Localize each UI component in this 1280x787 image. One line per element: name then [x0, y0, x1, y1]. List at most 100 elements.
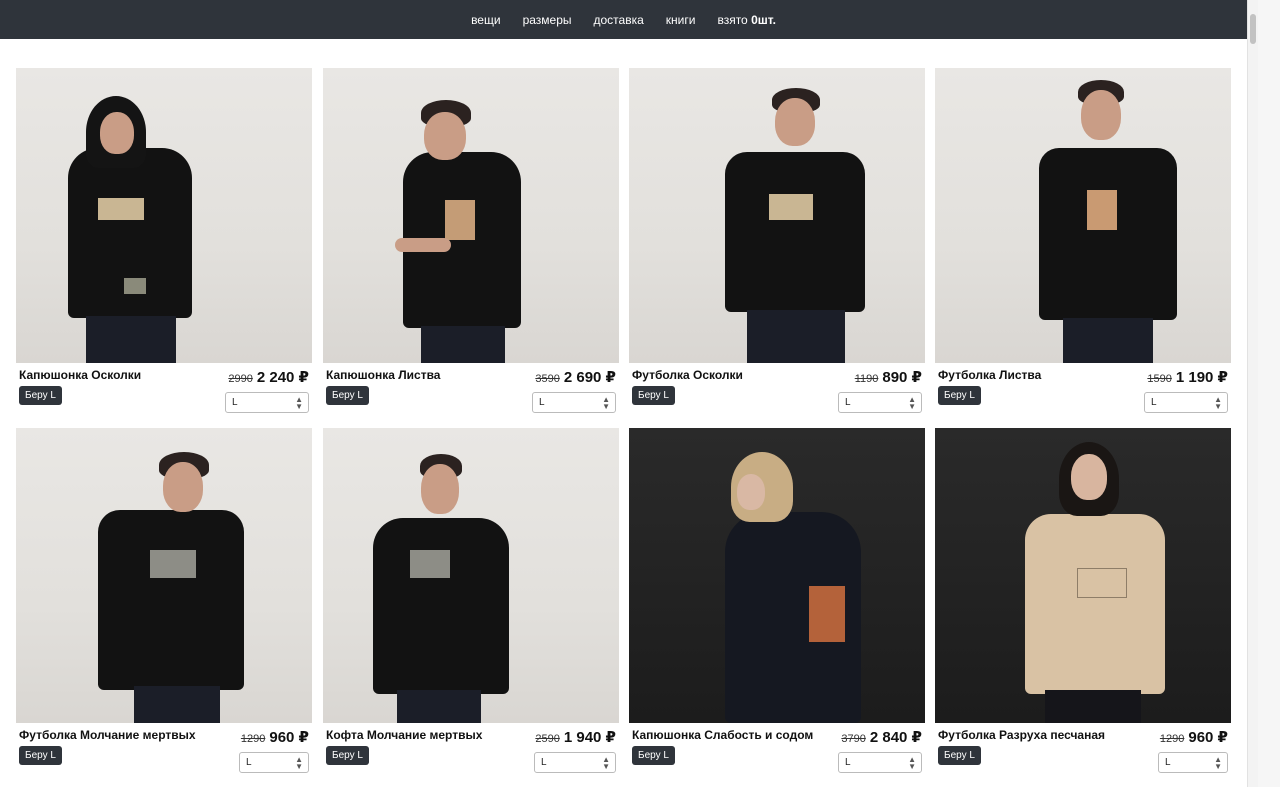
add-to-cart-button[interactable]: Беру L: [19, 746, 62, 765]
product-card: Капюшонка Листва 3590 2 690 ₽ Беру L L ▲ ▼: [323, 68, 619, 413]
product-photo[interactable]: [935, 428, 1231, 723]
product-title[interactable]: Футболка Молчание мертвых: [19, 728, 196, 742]
product-title[interactable]: Капюшонка Осколки: [19, 368, 141, 382]
product-card: Футболка Молчание мертвых 1290 960 ₽ Беру…: [16, 428, 312, 773]
old-price: 1290: [240, 733, 266, 745]
size-select[interactable]: L ▲ ▼: [239, 752, 309, 773]
jeans-shape: [397, 690, 481, 723]
face-shape: [1081, 90, 1121, 140]
print-graphic: [1087, 190, 1117, 230]
current-price: 890 ₽: [882, 369, 922, 386]
product-photo[interactable]: [16, 68, 312, 363]
patch-graphic: [124, 278, 146, 294]
product-card: Футболка Разруха песчаная 1290 960 ₽ Беру…: [935, 428, 1231, 773]
cart-link[interactable]: взято 0шт.: [717, 13, 775, 27]
select-arrows-icon: ▲ ▼: [908, 755, 916, 771]
product-title[interactable]: Кофта Молчание мертвых: [326, 728, 482, 742]
face-shape: [424, 112, 466, 160]
nav-link-books[interactable]: книги: [666, 13, 696, 27]
vertical-scrollbar[interactable]: [1247, 0, 1258, 787]
add-to-cart-button[interactable]: Беру L: [632, 386, 675, 405]
jeans-shape: [86, 316, 176, 363]
window-edge: [1258, 0, 1280, 787]
current-price: 2 840 ₽: [869, 729, 922, 746]
add-to-cart-button[interactable]: Беру L: [326, 386, 369, 405]
size-select-value: L: [232, 397, 238, 408]
jeans-shape: [421, 326, 505, 363]
add-to-cart-button[interactable]: Беру L: [938, 746, 981, 765]
size-select-value: L: [845, 397, 851, 408]
size-select[interactable]: L ▲ ▼: [838, 392, 922, 413]
size-select[interactable]: L ▲ ▼: [1158, 752, 1228, 773]
product-price: 1590 1 190 ₽: [1147, 368, 1228, 386]
face-shape: [737, 474, 765, 510]
product-card: Футболка Осколки 1190 890 ₽ Беру L L ▲ ▼: [629, 68, 925, 413]
nav-link-sizes[interactable]: размеры: [523, 13, 572, 27]
face-shape: [421, 464, 459, 514]
face-shape: [100, 112, 134, 154]
size-select-value: L: [541, 757, 547, 768]
size-select-value: L: [539, 397, 545, 408]
old-price: 2990: [228, 373, 253, 385]
product-photo[interactable]: [629, 428, 925, 723]
print-graphic: [445, 200, 475, 240]
size-select[interactable]: L ▲ ▼: [534, 752, 616, 773]
size-select-value: L: [1151, 397, 1157, 408]
add-to-cart-button[interactable]: Беру L: [326, 746, 369, 765]
product-title[interactable]: Футболка Разруха песчаная: [938, 728, 1105, 742]
select-arrows-icon: ▲ ▼: [908, 395, 916, 411]
pants-shape: [1045, 690, 1141, 723]
select-arrows-icon: ▲ ▼: [295, 395, 303, 411]
cart-count: 0шт.: [751, 12, 776, 27]
size-select[interactable]: L ▲ ▼: [1144, 392, 1228, 413]
product-price: 2590 1 940 ₽: [535, 728, 616, 746]
old-price: 1290: [1159, 733, 1185, 745]
jeans-shape: [1063, 318, 1153, 363]
product-price: 1290 960 ₽: [241, 728, 309, 746]
product-photo[interactable]: [629, 68, 925, 363]
size-select-value: L: [1165, 757, 1171, 768]
nav-link-delivery[interactable]: доставка: [594, 13, 644, 27]
product-title[interactable]: Футболка Осколки: [632, 368, 743, 382]
cart-label: взято: [717, 12, 748, 27]
select-arrows-icon: ▲ ▼: [602, 755, 610, 771]
jeans-shape: [134, 686, 220, 723]
face-shape: [775, 98, 815, 146]
nav-link-items[interactable]: вещи: [471, 13, 501, 27]
product-photo[interactable]: [323, 68, 619, 363]
add-to-cart-button[interactable]: Беру L: [938, 386, 981, 405]
product-photo[interactable]: [323, 428, 619, 723]
face-shape: [163, 462, 203, 512]
old-price: 1590: [1147, 373, 1172, 385]
current-price: 960 ₽: [1188, 729, 1228, 746]
print-graphic: [410, 550, 450, 578]
print-graphic: [98, 198, 144, 220]
product-card: Футболка Листва 1590 1 190 ₽ Беру L L ▲ ▼: [935, 68, 1231, 413]
current-price: 1 940 ₽: [563, 729, 616, 746]
size-select-value: L: [246, 757, 252, 768]
tshirt-shape: [725, 152, 865, 312]
product-photo[interactable]: [935, 68, 1231, 363]
product-title[interactable]: Капюшонка Листва: [326, 368, 440, 382]
size-select[interactable]: L ▲ ▼: [225, 392, 309, 413]
jeans-shape: [747, 310, 845, 363]
product-photo[interactable]: [16, 428, 312, 723]
current-price: 960 ₽: [269, 729, 309, 746]
scrollbar-thumb[interactable]: [1250, 14, 1256, 44]
select-arrows-icon: ▲ ▼: [295, 755, 303, 771]
size-select[interactable]: L ▲ ▼: [532, 392, 616, 413]
size-select[interactable]: L ▲ ▼: [838, 752, 922, 773]
product-price: 3590 2 690 ₽: [535, 368, 616, 386]
current-price: 2 690 ₽: [563, 369, 616, 386]
select-arrows-icon: ▲ ▼: [1214, 395, 1222, 411]
old-price: 3790: [841, 733, 866, 745]
product-title[interactable]: Футболка Листва: [938, 368, 1041, 382]
tshirt-shape: [1039, 148, 1177, 320]
product-price: 1290 960 ₽: [1160, 728, 1228, 746]
product-card: Кофта Молчание мертвых 2590 1 940 ₽ Беру …: [323, 428, 619, 773]
add-to-cart-button[interactable]: Беру L: [632, 746, 675, 765]
product-title[interactable]: Капюшонка Слабость и содом: [632, 728, 813, 742]
add-to-cart-button[interactable]: Беру L: [19, 386, 62, 405]
tshirt-shape: [98, 510, 244, 690]
sweatshirt-shape: [373, 518, 509, 694]
